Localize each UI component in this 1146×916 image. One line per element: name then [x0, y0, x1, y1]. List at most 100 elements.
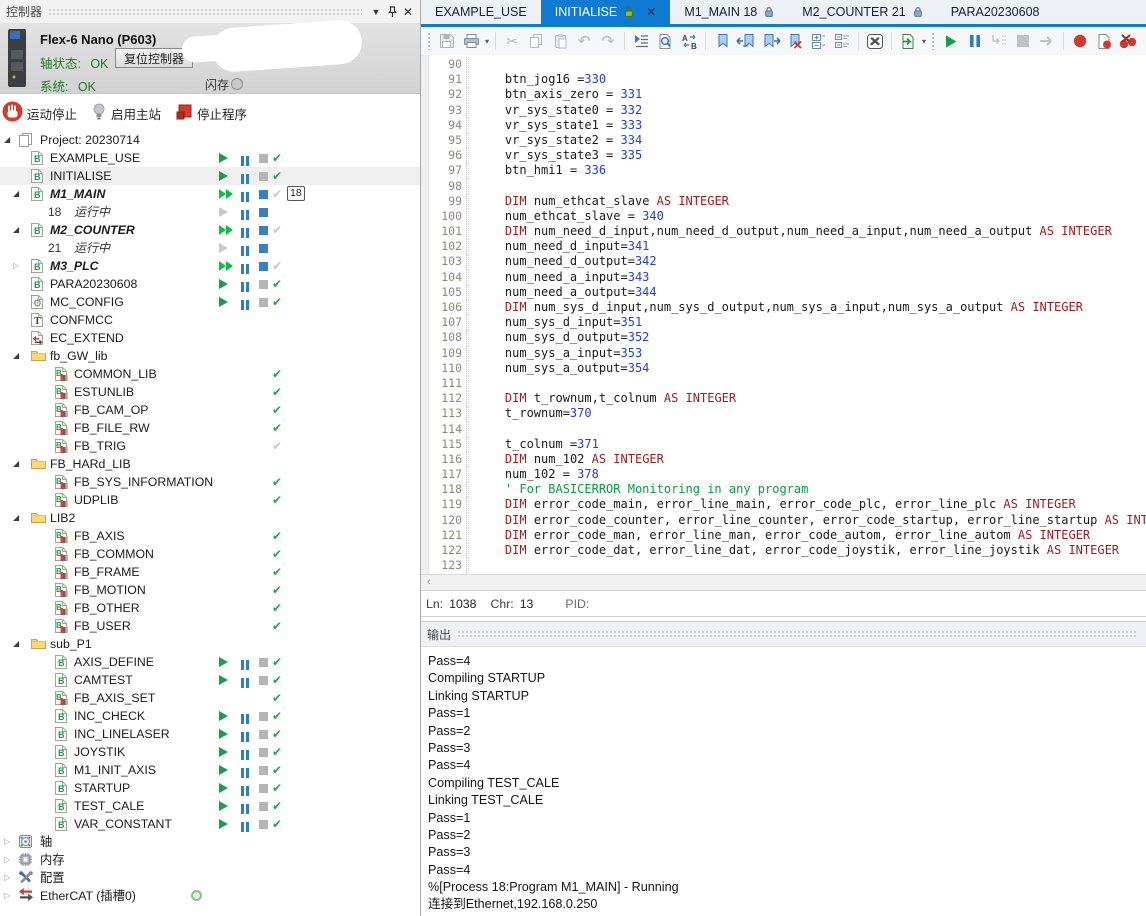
- run-program-icon[interactable]: [219, 261, 226, 271]
- tree-item-fb-hard-lib[interactable]: ◢FB_HARd_LIB: [0, 455, 420, 473]
- code-line[interactable]: 112 DIM t_rownum,t_colnum AS INTEGER: [429, 391, 1146, 406]
- run-program-icon[interactable]: [219, 189, 226, 199]
- tree-item-ec-extend[interactable]: EC_EXTEND: [0, 329, 420, 347]
- tree-item-m2-counter[interactable]: ◢BM2_COUNTER✔: [0, 221, 420, 239]
- run-program-icon[interactable]: [219, 711, 228, 721]
- bookmark-clear-button[interactable]: [783, 30, 805, 52]
- copy-button[interactable]: [525, 30, 547, 52]
- tree-item-lib2[interactable]: ◢LIB2: [0, 509, 420, 527]
- stop-program-icon[interactable]: [259, 244, 268, 253]
- breakpoint-button[interactable]: [1069, 30, 1091, 52]
- tree-item-fb-frame[interactable]: BFB_FRAME✔: [0, 563, 420, 581]
- run-program-icon[interactable]: [226, 261, 233, 271]
- code-line[interactable]: 115 t_colnum =371: [429, 437, 1146, 452]
- tree-item-startup[interactable]: BSTARTUP✔: [0, 779, 420, 797]
- code-line[interactable]: 109 num_sys_a_input=353: [429, 346, 1146, 361]
- tree-item-common-lib[interactable]: BCOMMON_LIB✔: [0, 365, 420, 383]
- code-line[interactable]: 121 DIM error_code_man, error_line_man, …: [429, 528, 1146, 543]
- breakpoint-gutter[interactable]: [421, 55, 429, 574]
- run-program-icon[interactable]: [219, 747, 228, 757]
- code-line[interactable]: 103 num_need_d_output=342: [429, 254, 1146, 269]
- step-into-button[interactable]: [988, 30, 1010, 52]
- run-program-icon[interactable]: [219, 279, 228, 289]
- tree-item-fb-sys-information[interactable]: BFB_SYS_INFORMATION✔: [0, 473, 420, 491]
- project-tree[interactable]: ◢Project: 20230714BEXAMPLE_USE✔BINITIALI…: [0, 131, 420, 916]
- expander-closed-icon[interactable]: ▷: [4, 851, 10, 869]
- code-line[interactable]: 100 num_ethcat_slave = 340: [429, 209, 1146, 224]
- toolbar-button-enable-master[interactable]: 启用主站: [91, 102, 161, 125]
- code-line[interactable]: 106 DIM num_sys_d_input,num_sys_d_output…: [429, 300, 1146, 315]
- stop-button[interactable]: [1012, 30, 1034, 52]
- run-program-icon[interactable]: [219, 297, 228, 307]
- code-editor[interactable]: 9091 btn_jog16 =33092 btn_axis_zero = 33…: [421, 55, 1146, 574]
- step-over-button[interactable]: [1036, 30, 1058, 52]
- tree-item-var-constant[interactable]: BVAR_CONSTANT✔: [0, 815, 420, 833]
- bookmark-prev-button[interactable]: [735, 30, 757, 52]
- tree-item-inc-check[interactable]: BINC_CHECK✔: [0, 707, 420, 725]
- tree-item-joystik[interactable]: BJOYSTIK✔: [0, 743, 420, 761]
- run-button[interactable]: [940, 30, 962, 52]
- code-line[interactable]: 97 btn_hmi1 = 336: [429, 163, 1146, 178]
- expander-closed-icon[interactable]: ▷: [4, 833, 10, 851]
- code-line[interactable]: 117 num_102 = 378: [429, 467, 1146, 482]
- tab-m1-main-18[interactable]: M1_MAIN 18: [670, 0, 788, 24]
- expander-closed-icon[interactable]: ▷: [4, 887, 10, 905]
- goto-line-button[interactable]: [630, 30, 652, 52]
- paste-button[interactable]: [549, 30, 571, 52]
- tree-item-para20230608[interactable]: BPARA20230608✔: [0, 275, 420, 293]
- expander-closed-icon[interactable]: ▷: [4, 869, 10, 887]
- code-line[interactable]: 91 btn_jog16 =330: [429, 72, 1146, 87]
- print-button[interactable]: [460, 30, 482, 52]
- run-program-icon[interactable]: [219, 729, 228, 739]
- tree-item-fb-axis[interactable]: BFB_AXIS✔: [0, 527, 420, 545]
- expander-open-icon[interactable]: ◢: [13, 185, 19, 203]
- code-line[interactable]: 110 num_sys_a_output=354: [429, 361, 1146, 376]
- code-line[interactable]: 90: [429, 57, 1146, 72]
- stop-program-icon[interactable]: [259, 784, 268, 793]
- watch-button[interactable]: [1141, 30, 1146, 52]
- tree-item-confmcc[interactable]: TCONFMCC: [0, 311, 420, 329]
- code-line[interactable]: 99 DIM num_ethcat_slave AS INTEGER: [429, 194, 1146, 209]
- stop-program-icon[interactable]: [259, 172, 268, 181]
- tree-item-fb-axis-set[interactable]: BFB_AXIS_SET✔: [0, 689, 420, 707]
- tree-item-test-cale[interactable]: BTEST_CALE✔: [0, 797, 420, 815]
- collapse-all-button[interactable]: [831, 30, 853, 52]
- tree-item-m3-plc[interactable]: ▷BM3_PLC✔: [0, 257, 420, 275]
- tab-example-use[interactable]: EXAMPLE_USE: [421, 0, 541, 24]
- run-program-icon[interactable]: [219, 783, 228, 793]
- tab-initialise[interactable]: INITIALISE✕: [541, 0, 671, 24]
- code-line[interactable]: 108 num_sys_d_output=352: [429, 330, 1146, 345]
- run-to-doc-button[interactable]: [897, 30, 919, 52]
- tree-item-process-18[interactable]: 18运行中: [0, 203, 420, 221]
- stop-program-icon[interactable]: [259, 226, 268, 235]
- find-button[interactable]: [654, 30, 676, 52]
- code-line[interactable]: 95 vr_sys_state2 = 334: [429, 133, 1146, 148]
- tree-item-initialise[interactable]: BINITIALISE✔: [0, 167, 420, 185]
- tree-item-example-use[interactable]: BEXAMPLE_USE✔: [0, 149, 420, 167]
- stop-program-icon[interactable]: [259, 802, 268, 811]
- horizontal-scrollbar[interactable]: ‹: [421, 574, 1146, 591]
- code-line[interactable]: 113 t_rownum=370: [429, 406, 1146, 421]
- pause-button[interactable]: [964, 30, 986, 52]
- stop-program-icon[interactable]: [259, 658, 268, 667]
- cut-button[interactable]: ✂: [501, 30, 523, 52]
- tree-item-ethercat-插槽0[interactable]: ▷EtherCAT (插槽0): [0, 887, 420, 905]
- undo-button[interactable]: ↶: [573, 30, 595, 52]
- expander-closed-icon[interactable]: ▷: [13, 257, 19, 275]
- run-program-icon[interactable]: [226, 225, 233, 235]
- expander-open-icon[interactable]: ◢: [13, 509, 19, 527]
- tools-button[interactable]: [864, 30, 886, 52]
- expander-open-icon[interactable]: ◢: [4, 131, 10, 149]
- code-line[interactable]: 119 DIM error_code_main, error_line_main…: [429, 497, 1146, 512]
- expander-open-icon[interactable]: ◢: [13, 635, 19, 653]
- code-line[interactable]: 98: [429, 179, 1146, 194]
- redo-button[interactable]: ↷: [597, 30, 619, 52]
- tree-item-fb-motion[interactable]: BFB_MOTION✔: [0, 581, 420, 599]
- run-program-icon[interactable]: [219, 765, 228, 775]
- code-line[interactable]: 123: [429, 558, 1146, 573]
- expander-open-icon[interactable]: ◢: [13, 221, 19, 239]
- run-program-icon[interactable]: [219, 225, 226, 235]
- stop-program-icon[interactable]: [259, 280, 268, 289]
- stop-program-icon[interactable]: [259, 208, 268, 217]
- code-line[interactable]: 116 DIM num_102 AS INTEGER: [429, 452, 1146, 467]
